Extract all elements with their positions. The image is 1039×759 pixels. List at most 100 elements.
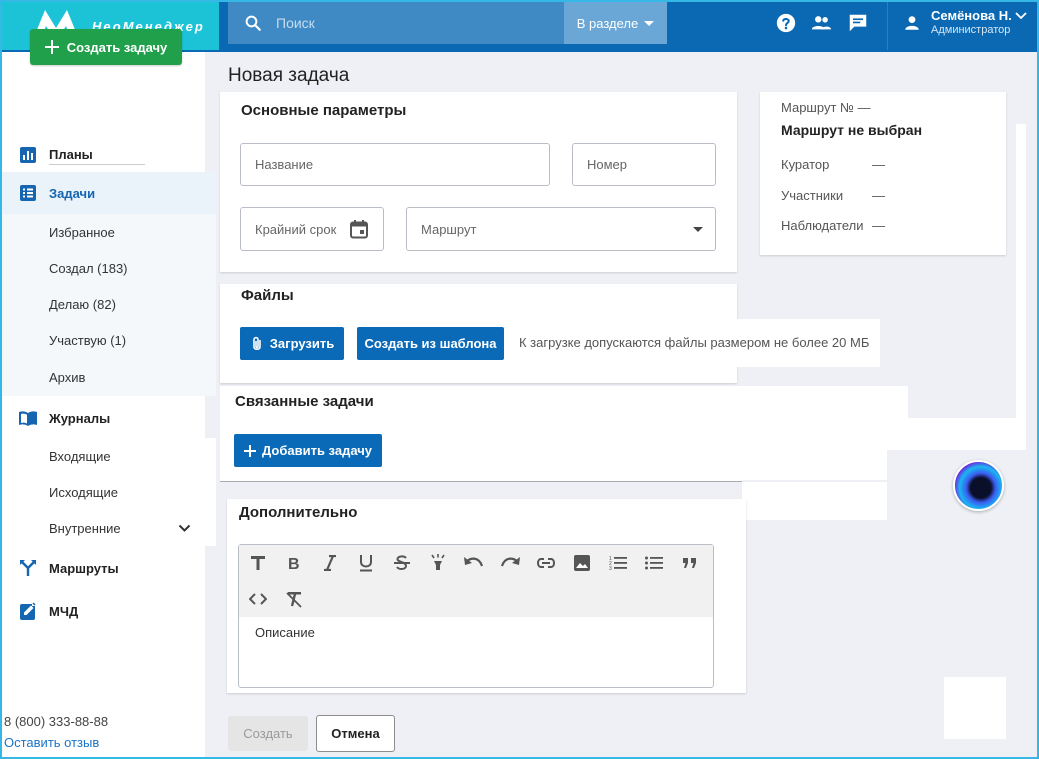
sidebar-subitem-outgoing[interactable]: Исходящие	[0, 474, 216, 510]
search-scope-dropdown[interactable]: В разделе	[564, 2, 667, 44]
name-field[interactable]: Название	[240, 143, 550, 186]
additional-edge-background	[742, 482, 887, 520]
sidebar-item-tasks[interactable]: Задачи	[0, 172, 216, 214]
search-input[interactable]	[276, 15, 536, 31]
route-number: Маршрут № —	[781, 100, 871, 115]
link-icon[interactable]	[534, 551, 558, 575]
caret-down-icon	[693, 227, 703, 232]
add-linked-task-label: Добавить задачу	[261, 443, 373, 458]
sidebar-subitem-doing[interactable]: Делаю (82)	[0, 286, 216, 322]
svg-text:B: B	[288, 556, 300, 571]
sidebar-subitem-incoming[interactable]: Входящие	[0, 438, 216, 474]
sidebar-subitem-archive[interactable]: Архив	[0, 358, 216, 396]
curator-label: Куратор	[781, 157, 830, 172]
sidebar-item-plans[interactable]: Планы	[0, 136, 216, 172]
sidebar-subitem-favorites[interactable]: Избранное	[0, 214, 216, 250]
code-icon[interactable]	[246, 587, 270, 611]
highlight-icon[interactable]	[426, 551, 450, 575]
subitem-label: Входящие	[49, 448, 111, 464]
image-icon[interactable]	[570, 551, 594, 575]
undo-icon[interactable]	[462, 551, 486, 575]
upload-button[interactable]: Загрузить	[240, 327, 344, 360]
create-button[interactable]: Создать	[228, 716, 308, 751]
bullet-list-icon[interactable]	[642, 551, 666, 575]
observers-value: —	[872, 218, 885, 233]
sidebar-item-mchd[interactable]: МЧД	[0, 591, 216, 631]
create-task-button[interactable]: Создать задачу	[30, 29, 182, 65]
create-from-template-button[interactable]: Создать из шаблона	[357, 327, 504, 360]
curator-value: —	[872, 157, 885, 172]
cancel-button[interactable]: Отмена	[316, 715, 395, 752]
header-divider	[887, 2, 888, 50]
route-icon	[20, 560, 36, 576]
quote-icon[interactable]	[678, 551, 702, 575]
sidebar-item-journals[interactable]: Журналы	[0, 398, 216, 438]
deadline-placeholder: Крайний срок	[255, 221, 337, 237]
subitem-label: Участвую (1)	[49, 332, 127, 348]
number-placeholder: Номер	[587, 157, 628, 172]
calendar-icon[interactable]	[349, 219, 369, 239]
page-title: Новая задача	[228, 65, 350, 86]
number-field[interactable]: Номер	[572, 143, 716, 186]
route-placeholder: Маршрут	[421, 221, 477, 237]
bottom-right-patch	[944, 677, 1006, 739]
plus-icon	[44, 40, 59, 54]
subitem-label: Создал (183)	[49, 260, 128, 276]
clear-format-icon[interactable]	[282, 587, 306, 611]
chevron-down-icon[interactable]	[1015, 12, 1027, 20]
create-from-template-label: Создать из шаблона	[364, 336, 497, 351]
user-menu[interactable]: Семёнова Н. Администратор	[903, 8, 1012, 36]
subitem-label: Архив	[49, 369, 86, 385]
user-name: Семёнова Н.	[931, 8, 1012, 23]
bold-icon[interactable]: B	[282, 551, 306, 575]
deadline-field[interactable]: Крайний срок	[240, 207, 384, 251]
italic-icon[interactable]	[318, 551, 342, 575]
search-icon	[245, 15, 261, 31]
subitem-label: Исходящие	[49, 484, 118, 500]
user-icon	[905, 16, 919, 30]
underline-icon[interactable]	[354, 551, 378, 575]
sidebar-subitem-created[interactable]: Создал (183)	[0, 250, 216, 286]
users-icon[interactable]	[810, 12, 832, 34]
sidebar-item-label: Задачи	[49, 185, 96, 201]
route-select[interactable]: Маршрут	[406, 207, 716, 251]
strikethrough-icon[interactable]	[390, 551, 414, 575]
files-title: Файлы	[241, 287, 294, 304]
upload-label: Загрузить	[269, 336, 335, 351]
redo-icon[interactable]	[498, 551, 522, 575]
participants-value: —	[872, 188, 885, 203]
subitem-label: Внутренние	[49, 520, 121, 536]
chevron-down-icon	[178, 524, 191, 532]
chat-icon[interactable]	[847, 12, 869, 34]
paperclip-icon	[252, 336, 261, 350]
svg-text:3: 3	[609, 566, 612, 571]
sidebar-subitem-internal[interactable]: Внутренние	[0, 510, 216, 546]
user-role: Администратор	[931, 24, 1011, 36]
linked-tasks-title: Связанные задачи	[235, 393, 374, 410]
sidebar-item-label: Планы	[49, 146, 93, 162]
search-bar[interactable]	[228, 2, 564, 44]
support-phone: 8 (800) 333-88-88	[4, 714, 109, 729]
description-placeholder: Описание	[255, 625, 315, 640]
numbered-list-icon[interactable]: 123	[606, 551, 630, 575]
sidebar-item-label: Маршруты	[49, 560, 119, 576]
feedback-link[interactable]: Оставить отзыв	[4, 735, 99, 750]
name-placeholder: Название	[255, 157, 314, 172]
observers-label: Наблюдатели	[781, 218, 864, 233]
sidebar-item-routes[interactable]: Маршруты	[0, 548, 216, 588]
search-scope-label: В разделе	[576, 15, 639, 31]
sidebar-subitem-participating[interactable]: Участвую (1)	[0, 322, 216, 358]
help-icon[interactable]	[775, 12, 797, 34]
subitem-label: Делаю (82)	[49, 296, 116, 312]
book-icon	[19, 411, 37, 426]
add-linked-task-button[interactable]: Добавить задачу	[234, 434, 382, 467]
text-format-icon[interactable]	[246, 551, 270, 575]
additional-title: Дополнительно	[239, 504, 358, 521]
divider	[49, 164, 145, 165]
main-params-title: Основные параметры	[241, 102, 407, 119]
caret-down-icon	[644, 20, 655, 26]
subitem-label: Избранное	[49, 224, 115, 240]
file-size-hint: К загрузке допускаются файлы размером не…	[519, 335, 870, 350]
assistant-orb-icon[interactable]	[953, 460, 1004, 511]
description-editor[interactable]: B 123 Описание	[238, 544, 714, 688]
